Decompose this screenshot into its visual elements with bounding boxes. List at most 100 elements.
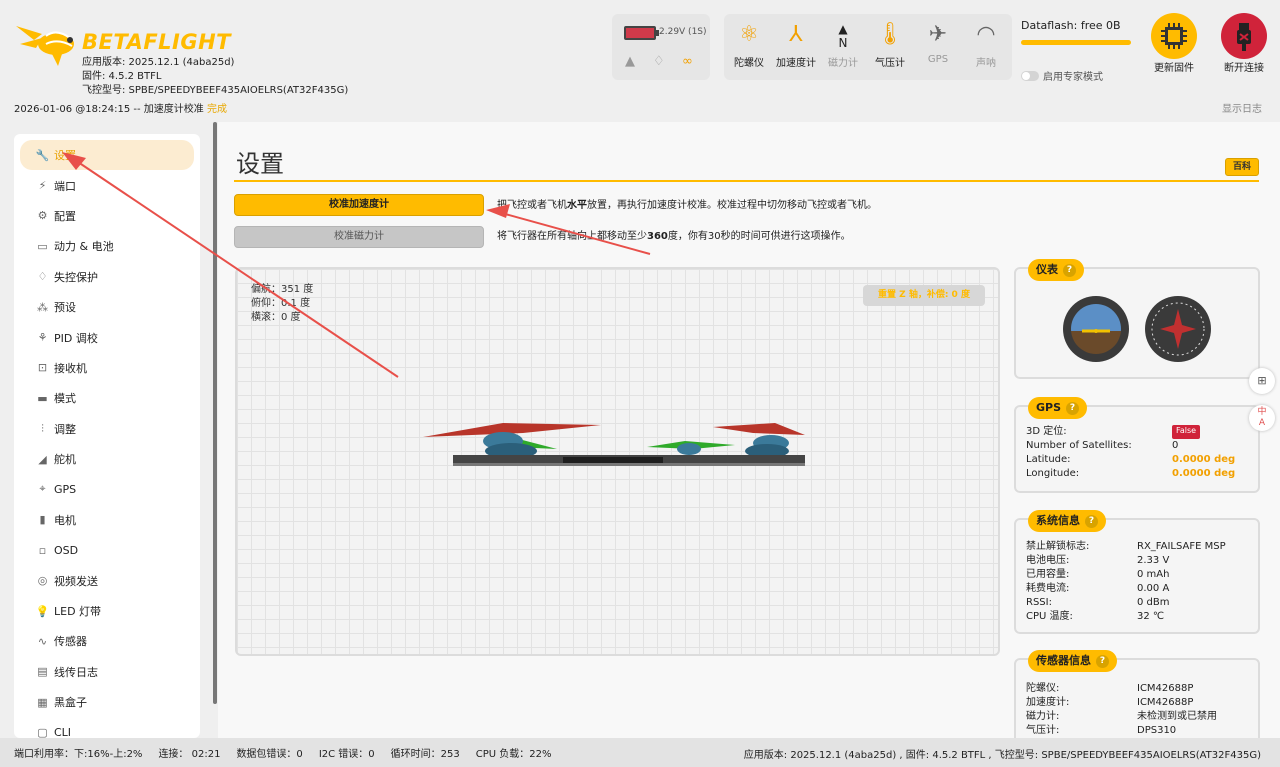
magnetometer-calibration-description: 将飞行器在所有轴向上都移动至少360度，你有30秒的时间可供进行这项操作。 <box>497 231 851 242</box>
sensor-gyro: ⚛ 陀螺仪 <box>725 20 773 69</box>
gear-icon: ⚙ <box>37 209 48 223</box>
update-firmware-button[interactable] <box>1151 13 1197 59</box>
sidebar-scrollbar[interactable] <box>213 122 217 704</box>
battery-icon: ▭ <box>37 239 48 253</box>
help-icon[interactable]: ? <box>1096 654 1109 668</box>
pitch-value: 俯仰：0.1 度 <box>251 298 311 309</box>
log-icon: ▤ <box>37 665 48 679</box>
3d-model-view: 偏航：351 度 俯仰：0.1 度 横滚：0 度 重置 Z 轴，补偿: 0 度 <box>235 267 1000 656</box>
motor-icon: ▮ <box>39 513 46 527</box>
expert-mode-toggle[interactable]: 启用专家模式 <box>1021 68 1103 83</box>
capacity-used-row: 已用容量: 0 mAh <box>1026 569 1170 580</box>
sidebar-item-blackbox[interactable]: ▦ 黑盒子 <box>14 687 200 717</box>
sidebar-item-sensors[interactable]: ∿ 传感器 <box>14 626 200 656</box>
i2c-errors: I2C 错误：0 <box>318 749 375 760</box>
sidebar-item-setup[interactable]: 🔧 设置 <box>20 140 194 171</box>
sidebar-item-video-transmitter[interactable]: ◎ 视频发送 <box>14 565 200 595</box>
sidebar-item-led-strip[interactable]: 💡 LED 灯带 <box>14 596 200 626</box>
sensor-magnetometer: ▲ N 磁力计 <box>819 20 867 69</box>
last-action-log: 2026-01-06 @18:24:15 -- 加速度计校准 完成 <box>14 104 227 115</box>
header-bar: BETAFLIGHT 应用版本: 2025.12.1 (4aba25d) 固件:… <box>0 0 1280 122</box>
gps-panel-title: GPS? <box>1028 397 1088 419</box>
calibrate-magnetometer-button[interactable]: 校准磁力计 <box>234 226 484 248</box>
battery-icon <box>624 26 656 40</box>
betaflight-bee-logo <box>12 14 82 70</box>
help-icon[interactable]: ? <box>1085 514 1098 528</box>
sensor-gps: ✈ GPS <box>914 20 962 65</box>
gyro-icon: ⚛ <box>739 22 759 47</box>
status-bar: 端口利用率：下:16%-上:2% 连接： 02:21 数据包错误：0 I2C 错… <box>0 738 1280 767</box>
magic-wand-icon: ⁂ <box>37 300 48 314</box>
compass-icon: ▲ N <box>838 22 848 50</box>
failsafe-parachute-icon: ♢ <box>653 54 665 69</box>
help-icon[interactable]: ? <box>1063 263 1076 277</box>
sidebar-item-presets[interactable]: ⁂ 预设 <box>14 292 200 322</box>
title-divider <box>234 180 1259 182</box>
gps-longitude-row: Longitude: 0.0000 deg <box>1026 468 1236 479</box>
pid-icon: ⚘ <box>37 331 48 345</box>
chip-icon <box>1161 23 1187 49</box>
sidebar-item-servos[interactable]: ◢ 舵机 <box>14 444 200 474</box>
current-draw-row: 耗费电流: 0.00 A <box>1026 583 1170 594</box>
sidebar-item-ports[interactable]: ⚡ 端口 <box>14 170 200 200</box>
wiki-button[interactable]: 百科 <box>1225 158 1259 176</box>
sidebar-item-cli[interactable]: ▢ CLI <box>14 717 200 738</box>
packet-errors: 数据包错误：0 <box>236 749 303 760</box>
help-icon[interactable]: ? <box>1066 401 1080 415</box>
sensor-accelerometer: ⅄ 加速度计 <box>772 20 820 69</box>
sidebar-item-modes[interactable]: ▬ 模式 <box>14 383 200 413</box>
sidebar-item-osd[interactable]: ▫ OSD <box>14 535 200 565</box>
battery-status-panel: 2.29V (1S) ▲ ♢ ∞ <box>612 14 710 80</box>
mag-sensor-row: 磁力计: 未检测到或已禁用 <box>1026 711 1217 722</box>
gps-satellites-row: Number of Satellites: 0 <box>1026 440 1179 451</box>
barometer-icon: 🌡 <box>876 22 904 47</box>
blackbox-icon: ▦ <box>37 695 48 709</box>
heading-indicator-gauge <box>1145 296 1211 362</box>
page-title: 设置 <box>236 150 284 178</box>
sonar-icon: ◠ <box>976 22 996 47</box>
cpu-load: CPU 负载：22% <box>475 749 552 760</box>
translate-icon[interactable]: 中 A <box>1249 405 1275 431</box>
version-summary: 应用版本: 2025.12.1 (4aba25d) , 固件: 4.5.2 BT… <box>743 750 1261 761</box>
sensor-sonar: ◠ 声呐 <box>962 20 1010 69</box>
gps-info-list: 3D 定位: False Number of Satellites: 0 Latit… <box>1026 425 1235 481</box>
toggle-switch[interactable] <box>1021 70 1039 81</box>
sidebar-item-pid-tuning[interactable]: ⚘ PID 调校 <box>14 322 200 352</box>
apps-grid-icon[interactable]: ⊞ <box>1249 368 1275 394</box>
sidebar-item-tethered-logging[interactable]: ▤ 线传日志 <box>14 657 200 687</box>
sidebar-item-receiver[interactable]: ⊡ 接收机 <box>14 353 200 383</box>
sidebar-item-power[interactable]: ▭ 动力 & 电池 <box>14 231 200 261</box>
sidebar-item-failsafe[interactable]: ♢ 失控保护 <box>14 262 200 292</box>
firmware-version: 固件: 4.5.2 BTFL <box>82 71 162 82</box>
battery-voltage-row: 电池电压: 2.33 V <box>1026 555 1170 566</box>
show-log-link[interactable]: 显示日志 <box>1222 100 1262 115</box>
rssi-row: RSSI: 0 dBm <box>1026 597 1170 608</box>
reset-z-axis-button[interactable]: 重置 Z 轴，补偿: 0 度 <box>863 285 985 306</box>
dataflash-usage-bar <box>1021 40 1131 45</box>
gps-3d-fix-row: 3D 定位: False <box>1026 425 1235 439</box>
board-name: 飞控型号: SPBE/SPEEDYBEEF435AIOELRS(AT32F435… <box>82 85 349 96</box>
servo-icon: ◢ <box>38 452 47 466</box>
update-firmware-label: 更新固件 <box>1154 63 1194 74</box>
satellite-icon: ✈ <box>928 22 948 47</box>
pulse-icon: ∿ <box>37 634 48 648</box>
arming-flags-row: 禁止解锁标志: RX_FAILSAFE MSP <box>1026 541 1226 552</box>
link-icon: ∞ <box>682 54 693 69</box>
osd-icon: ▫ <box>38 543 47 557</box>
sidebar-item-motors[interactable]: ▮ 电机 <box>14 505 200 535</box>
sliders-icon: ⫶ <box>41 421 44 435</box>
sidebar-item-configuration[interactable]: ⚙ 配置 <box>14 201 200 231</box>
disconnect-button[interactable] <box>1221 13 1267 59</box>
usb-plug-icon <box>1237 23 1251 51</box>
wrench-icon: 🔧 <box>35 148 50 162</box>
calibrate-accelerometer-button[interactable]: 校准加速度计 <box>234 194 484 216</box>
heading-value: 偏航：351 度 <box>251 284 314 295</box>
disconnect-label: 断开连接 <box>1224 63 1264 74</box>
warning-icon: ▲ <box>625 54 635 69</box>
sidebar-item-gps[interactable]: ⌖ GPS <box>14 474 200 504</box>
instruments-panel-title: 仪表? <box>1028 259 1084 281</box>
sidebar-item-adjustments[interactable]: ⫶ 调整 <box>14 414 200 444</box>
sensor-info-panel-title: 传感器信息? <box>1028 650 1117 672</box>
main-content: 设置 百科 校准加速度计 校准磁力计 把飞控或者飞机水平放置，再执行加速度计校准… <box>218 122 1280 748</box>
led-icon: 💡 <box>35 604 50 618</box>
